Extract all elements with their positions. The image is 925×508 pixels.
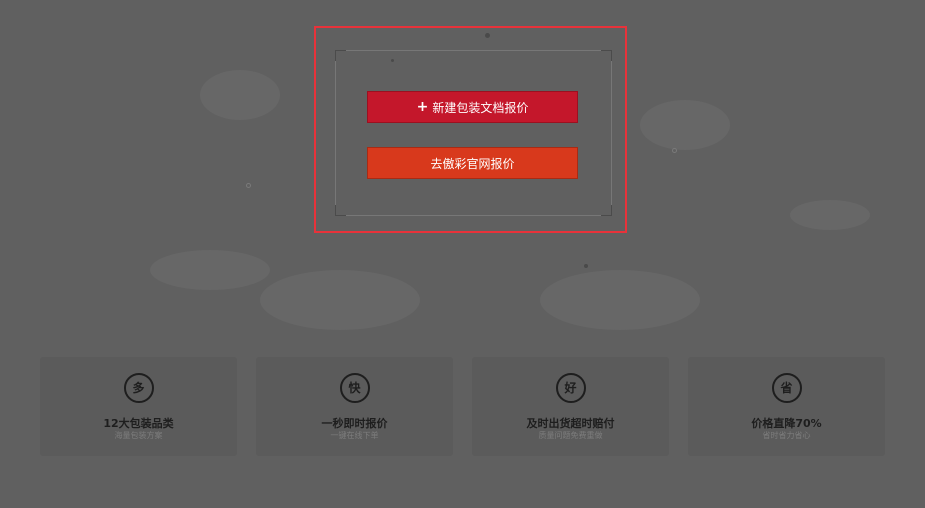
feature-subtitle: 质量问题免费重做	[538, 431, 603, 440]
new-package-doc-quote-button[interactable]: + 新建包装文档报价	[367, 91, 578, 123]
frame-corner	[335, 50, 346, 61]
official-site-quote-label: 去傲彩官网报价	[430, 156, 515, 171]
feature-title: 价格直降70%	[751, 417, 822, 430]
decoration-ring	[672, 148, 677, 153]
decoration-ring	[246, 183, 251, 188]
feature-card-categories: 多 12大包装品类 海量包装方案	[40, 357, 237, 456]
feature-title: 12大包装品类	[103, 417, 174, 430]
plus-icon: +	[416, 99, 429, 115]
good-icon: 好	[555, 373, 586, 403]
new-package-doc-quote-label: 新建包装文档报价	[432, 100, 529, 115]
frame-corner	[601, 50, 612, 61]
cloud-decoration	[200, 70, 280, 120]
feature-card-delivery: 好 及时出货超时赔付 质量问题免费重做	[472, 357, 669, 456]
frame-corner	[335, 205, 346, 216]
feature-title: 及时出货超时赔付	[526, 417, 615, 430]
cloud-decoration	[640, 100, 730, 150]
official-site-quote-button[interactable]: 去傲彩官网报价	[367, 147, 578, 179]
cloud-decoration	[540, 270, 700, 330]
frame-corner	[601, 205, 612, 216]
feature-subtitle: 一键在线下单	[330, 431, 379, 440]
feature-card-instant-quote: 快 一秒即时报价 一键在线下单	[256, 357, 453, 456]
save-icon: 省	[771, 373, 802, 403]
cloud-decoration	[150, 250, 270, 290]
feature-title: 一秒即时报价	[321, 417, 388, 430]
quote-panel-frame	[335, 50, 612, 216]
feature-subtitle: 海量包装方案	[114, 431, 163, 440]
more-icon: 多	[123, 373, 154, 403]
cloud-decoration	[260, 270, 420, 330]
decoration-dot	[584, 264, 588, 268]
feature-card-price: 省 价格直降70% 省时省力省心	[688, 357, 885, 456]
cloud-decoration	[790, 200, 870, 230]
fast-icon: 快	[339, 373, 370, 403]
feature-subtitle: 省时省力省心	[762, 431, 811, 440]
